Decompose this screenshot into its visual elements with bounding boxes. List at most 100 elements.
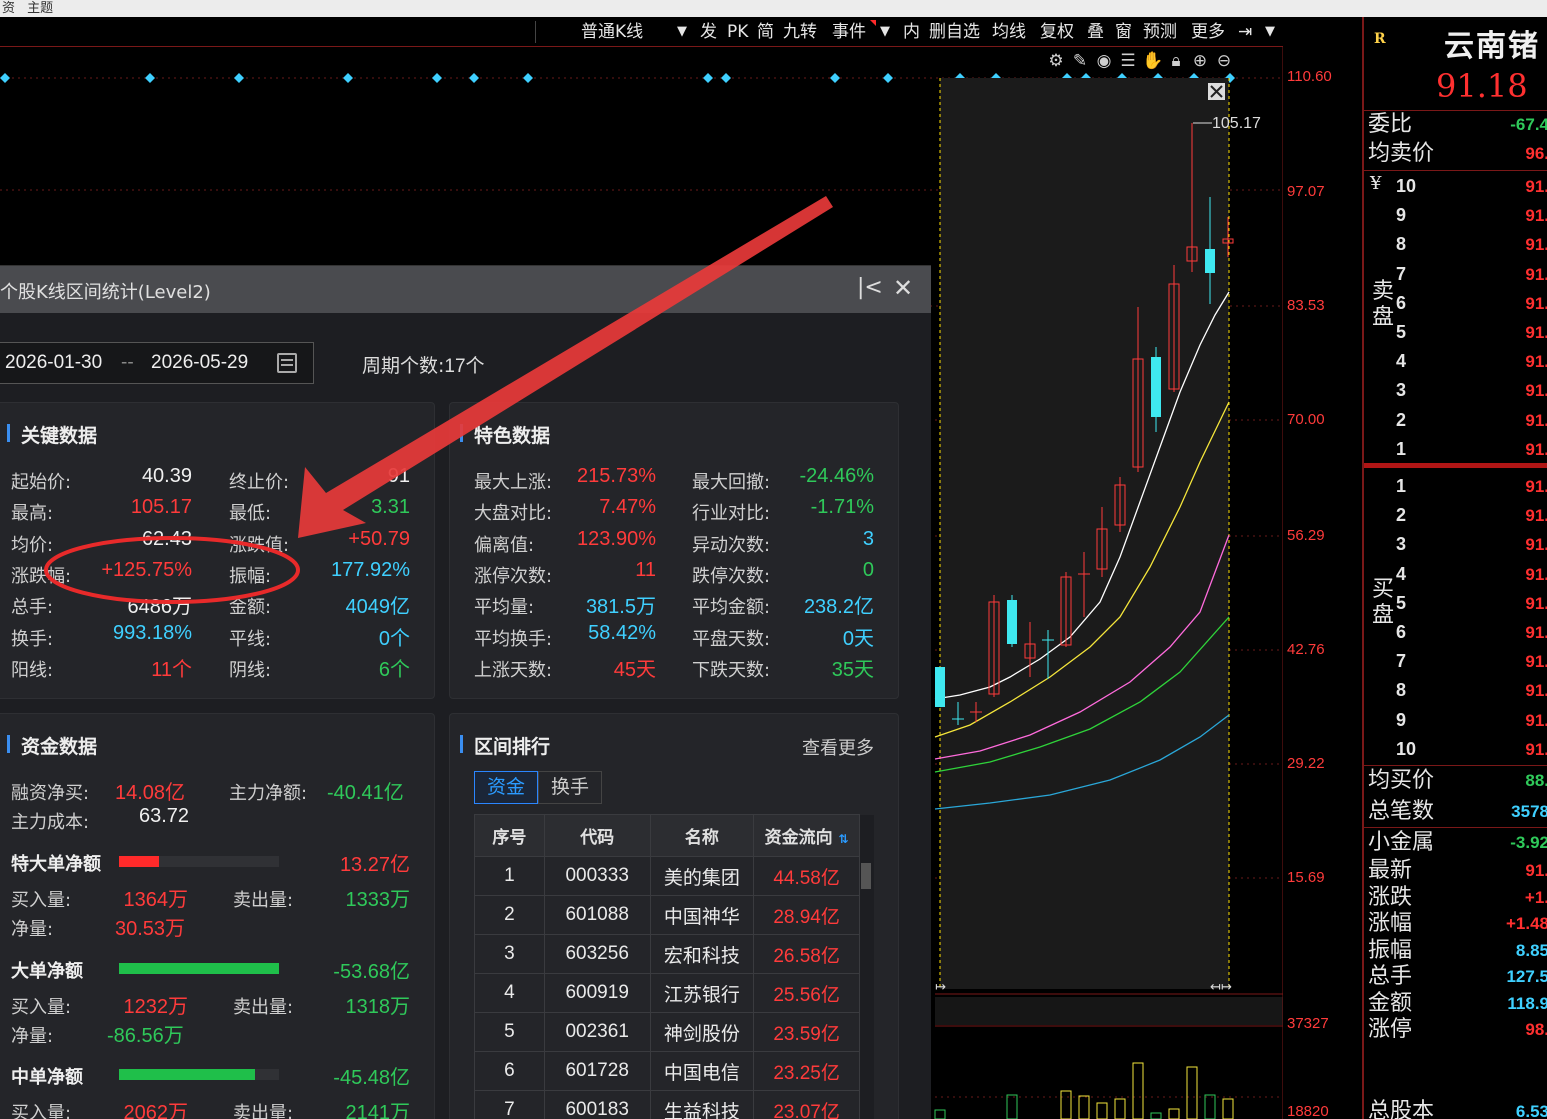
toolbar-btn-jian[interactable]: 简 [754,20,777,44]
sell-level-row[interactable]: 4 91. [1394,347,1547,376]
buy-level-row[interactable]: 1 91. [1394,472,1547,501]
buy-level-row[interactable]: 5 91. [1394,589,1547,618]
end-date[interactable]: 2026-05-29 [151,343,248,383]
menu-item-theme[interactable]: 主题 [27,1,53,16]
level-price: 91. [1525,439,1547,459]
table-row[interactable]: 5 002361 神剑股份 23.59亿 [474,1012,874,1052]
level-price: 91. [1525,681,1547,701]
currency-icon: ¥ [1370,173,1382,194]
net-volume-value: -86.56万 [107,1025,184,1047]
tab-turnover[interactable]: 换手 [538,771,603,804]
table-row[interactable]: 4 600919 江苏银行 25.56亿 [474,973,874,1013]
collapse-panel-icon[interactable]: ⇥ [1235,20,1255,44]
level-number: 10 [1396,176,1417,196]
buy-level-row[interactable]: 2 91. [1394,501,1547,530]
level-number: 9 [1396,709,1407,730]
stock-code: 600919 [543,973,651,1013]
toolbar-btn-overlay[interactable]: 叠 [1084,20,1107,44]
rank-no: 5 [474,1012,545,1052]
period-label: 周期个数: [362,355,445,377]
toolbar-btn-pk[interactable]: PK [724,20,751,44]
table-row[interactable]: 2 601088 中国神华 28.94亿 [474,895,874,935]
more-dropdown-icon[interactable]: ▼ [1262,20,1278,44]
toolbar-btn-events[interactable]: 事件 [829,20,869,44]
sell-level-row[interactable]: 2 91. [1394,406,1547,435]
toolbar-btn-window[interactable]: 窗 [1112,20,1135,44]
table-row[interactable]: 1 000333 美的集团 44.58亿 [474,856,874,896]
sector-row[interactable]: 小金属 -3.92 [1368,828,1547,857]
kline-type-dropdown-icon[interactable]: ▼ [674,20,690,44]
fund-data-card: 资金数据 融资净买: 14.08亿 主力净额: -40.41亿 主力成本: 63… [0,713,435,1119]
buy-level-row[interactable]: 7 91. [1394,647,1547,676]
table-row[interactable]: 6 601728 中国电信 23.25亿 [474,1051,874,1091]
quote-stat-label: 总手 [1368,964,1413,989]
sell-level-row[interactable]: 8 91. [1394,230,1547,259]
range-handle-left[interactable]: ↦ [935,980,946,995]
quote-stat-value: +1. [1524,887,1547,907]
buy-level-row[interactable]: 3 91. [1394,530,1547,559]
total-trades-value: 3578 [1511,802,1547,821]
sell-level-row[interactable]: 7 91. [1394,260,1547,289]
view-more-link[interactable]: 查看更多 [802,734,874,760]
selected-range [940,78,1229,989]
date-range-picker[interactable]: 2026-01-30 -- 2026-05-29 [0,342,314,384]
table-scrollbar [859,895,874,935]
buy-level-row[interactable]: 6 91. [1394,618,1547,647]
feature-data-label: 平均换手: [474,628,553,650]
feature-data-value: 3 [862,527,874,550]
toolbar-btn-more[interactable]: 更多 [1188,20,1228,44]
feature-data-label: 偏离值: [474,534,535,556]
toolbar-btn-predict[interactable]: 预测 [1140,20,1180,44]
sell-level-row[interactable]: 6 91. [1394,289,1547,318]
toolbar-btn-ma[interactable]: 均线 [989,20,1029,44]
price-axis-label: 83.53 [1287,297,1325,314]
sell-level-row[interactable]: 1 91. [1394,435,1547,464]
quote-stat-value: 118.9 [1507,993,1547,1013]
buy-level-row[interactable]: 9 91. [1394,706,1547,735]
main-net-label: 主力净额: [229,783,308,804]
sell-level-row[interactable]: 5 91. [1394,318,1547,347]
table-row[interactable]: 7 600183 生益科技 23.07亿 [474,1090,874,1119]
sell-level-row[interactable]: 10 91. [1394,172,1547,201]
feature-data-value: -24.46% [799,465,875,487]
fund-flow: 44.58亿 [753,856,860,896]
sell-level-row[interactable]: 3 91. [1394,376,1547,405]
key-data-label: 最高: [11,503,54,525]
main-cost-label: 主力成本: [11,812,90,833]
col-header-no: 序号 [474,814,545,857]
collapse-left-icon[interactable]: |< [857,275,883,300]
quote-stat-row: 振幅 8.85 [1368,937,1547,964]
range-handle-right[interactable]: ↤↦ [1210,980,1232,995]
calendar-icon[interactable] [277,353,297,373]
quote-stat-row: 金额 118.9 [1368,990,1547,1017]
events-dropdown-icon[interactable]: ▼ [877,20,893,44]
menu-item[interactable]: 资 [2,1,15,16]
toolbar-btn-adjust[interactable]: 复权 [1037,20,1077,44]
level-price: 91. [1525,506,1547,526]
buy-level-row[interactable]: 4 91. [1394,560,1547,589]
dialog-header[interactable]: 个股K线区间统计(Level2) |< ✕ [0,266,931,313]
table-row[interactable]: 3 603256 宏和科技 26.58亿 [474,934,874,974]
close-icon[interactable]: ✕ [893,274,913,302]
toolbar-btn-fa[interactable]: 发 [697,20,720,44]
sell-side-label: 卖盘 [1372,279,1395,330]
sell-volume-value: 1333万 [345,889,411,911]
kline-type-select[interactable]: 普通K线 [578,20,646,44]
tab-fund[interactable]: 资金 [474,771,539,804]
sort-icon[interactable]: ⇅ [839,832,849,846]
table-scrollbar[interactable] [859,856,874,896]
margin-label: 融资净买: [11,783,90,804]
sell-level-row[interactable]: 9 91. [1394,201,1547,230]
quote-stat-row: 最新 91. [1368,857,1547,884]
quote-panel: R 云南锗 91.18 委比 -67.4 均卖价 96. ¥ 卖盘 10 91. 9 91… [1362,17,1547,1119]
start-date[interactable]: 2026-01-30 [5,343,102,383]
quote-stat-value: 127.5 [1506,967,1547,986]
col-header-flow[interactable]: 资金流向 ⇅ [753,814,860,857]
buy-level-row[interactable]: 10 91. [1394,735,1547,764]
sector-label: 小金属 [1368,830,1435,855]
toolbar-btn-nei[interactable]: 内 [900,20,923,44]
feature-data-label: 行业对比: [692,503,771,525]
toolbar-btn-jiuzhuan[interactable]: 九转 [780,20,820,44]
toolbar-btn-remove-watchlist[interactable]: 删自选 [926,20,983,44]
buy-level-row[interactable]: 8 91. [1394,676,1547,705]
